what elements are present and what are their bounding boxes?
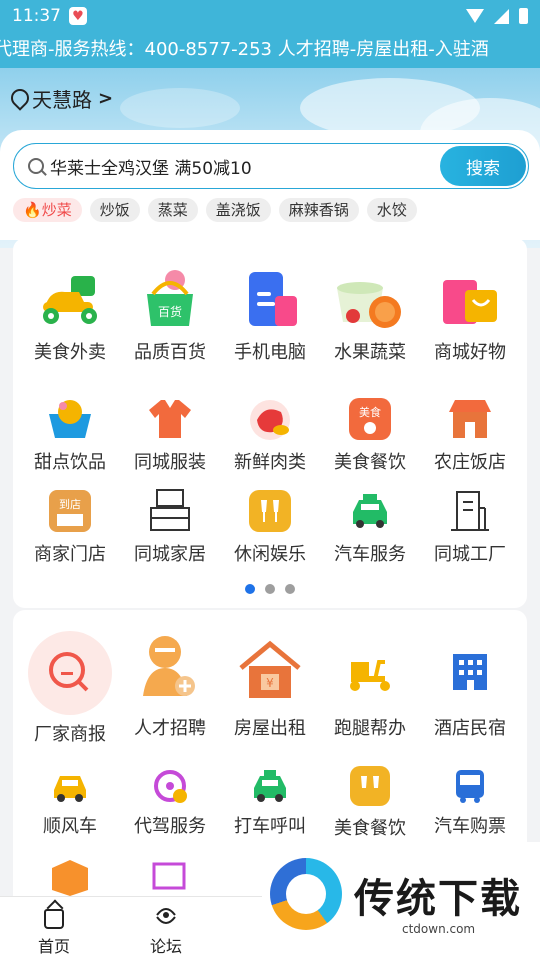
category-fresh-meat[interactable]: 新鲜肉类 <box>219 396 321 474</box>
category-bus-tickets[interactable]: 汽车购票 <box>419 766 521 838</box>
hot-tag[interactable]: 炒饭 <box>89 198 140 222</box>
phone-computer-icon <box>249 272 297 326</box>
hot-tag[interactable]: 蒸菜 <box>147 198 198 222</box>
category-sewing[interactable] <box>119 856 221 896</box>
category-local-factory[interactable]: 同城工厂 <box>419 488 521 566</box>
search-panel: 搜索 🔥炒菜 炒饭 蒸菜 盖浇饭 麻辣香锅 水饺 <box>0 130 540 240</box>
page-dot[interactable] <box>265 584 275 594</box>
recruit-icon <box>143 636 195 696</box>
category-leisure[interactable]: 休闲娱乐 <box>219 488 321 566</box>
category-carpool[interactable]: 顺风车 <box>19 766 121 838</box>
forum-icon <box>156 908 176 924</box>
svg-text:到店: 到店 <box>59 497 81 511</box>
hot-tag[interactable]: 水饺 <box>366 198 417 222</box>
furniture-icon <box>150 489 190 531</box>
svg-text:百货: 百货 <box>158 304 182 319</box>
category-package[interactable] <box>19 856 121 896</box>
page-dot[interactable] <box>285 584 295 594</box>
category-dining-2[interactable]: 美食餐饮 <box>319 766 421 840</box>
location-selector[interactable]: 天慧路 > <box>10 84 113 113</box>
dining-icon: 美食 <box>349 398 391 440</box>
category-farm-restaurant[interactable]: 农庄饭店 <box>419 396 521 474</box>
carpool-icon <box>54 776 86 802</box>
category-factory-reports[interactable]: 厂家商报 <box>19 630 121 746</box>
category-fruit-veg[interactable]: 水果蔬菜 <box>319 266 421 364</box>
cheers-icon <box>249 490 291 532</box>
meat-icon <box>250 400 290 440</box>
watermark-logo-icon <box>270 858 342 930</box>
category-dining[interactable]: 美食 美食餐饮 <box>319 396 421 474</box>
search-report-icon <box>28 631 112 715</box>
search-button[interactable]: 搜索 <box>440 146 526 186</box>
signal-icon <box>494 8 509 24</box>
notice-text: 代理商-服务热线：400-8577-253 人才招聘-房屋出租-入驻酒 <box>0 39 489 60</box>
category-designated-driver[interactable]: 代驾服务 <box>119 766 221 838</box>
hot-tags: 🔥炒菜 炒饭 蒸菜 盖浇饭 麻辣香锅 水饺 <box>13 198 417 222</box>
battery-icon <box>519 8 528 24</box>
nav-forum[interactable]: 论坛 <box>116 897 216 960</box>
taxi-icon <box>254 770 286 802</box>
category-house-rental[interactable]: ¥ 房屋出租 <box>219 638 321 740</box>
svg-text:美食: 美食 <box>359 405 381 419</box>
sewing-machine-icon <box>152 862 186 890</box>
chevron-right-icon: > <box>98 88 114 109</box>
search-icon <box>28 158 44 174</box>
page-indicator <box>13 584 527 594</box>
location-name: 天慧路 <box>32 88 92 112</box>
hotel-icon <box>453 654 487 690</box>
nav-home[interactable]: 首页 <box>4 897 104 960</box>
hot-tag[interactable]: 🔥炒菜 <box>13 198 82 222</box>
status-time: 11:37 <box>12 6 61 26</box>
watermark-logo: 传统下载 ctdown.com <box>262 842 540 960</box>
house-icon: ¥ <box>239 640 301 698</box>
watermark-url: ctdown.com <box>402 922 476 936</box>
category-hotel[interactable]: 酒店民宿 <box>419 648 521 740</box>
shopping-basket-icon: 百货 <box>147 270 193 326</box>
fruit-bowl-icon <box>337 282 401 328</box>
location-pin-icon <box>10 89 28 109</box>
shopping-bag-icon <box>443 280 497 324</box>
fire-icon: 🔥 <box>23 201 42 219</box>
category-food-delivery[interactable]: 美食外卖 <box>19 266 121 364</box>
car-icon <box>353 494 387 528</box>
search-input[interactable] <box>50 156 410 176</box>
wifi-icon <box>466 9 484 23</box>
category-merchant-store[interactable]: 到店 商家门店 <box>19 488 121 566</box>
hot-tag[interactable]: 盖浇饭 <box>205 198 271 222</box>
cheers-icon <box>350 766 390 806</box>
status-bar: 11:37 ♥ <box>0 0 540 32</box>
category-dessert-drinks[interactable]: 甜点饮品 <box>19 396 121 474</box>
category-recruitment[interactable]: 人才招聘 <box>119 634 221 740</box>
category-taxi[interactable]: 打车呼叫 <box>219 766 321 838</box>
category-home-furnishing[interactable]: 同城家居 <box>119 488 221 566</box>
category-grid-primary: 美食外卖 百货 品质百货 手机电脑 水果蔬菜 商城好物 甜点饮品 同城服装 新鲜… <box>13 238 527 608</box>
search-box: 搜索 <box>13 143 529 189</box>
box-icon <box>52 860 88 896</box>
category-clothing[interactable]: 同城服装 <box>119 396 221 474</box>
dessert-icon <box>49 400 91 438</box>
notification-app-icon: ♥ <box>69 7 87 25</box>
hot-tag[interactable]: 麻辣香锅 <box>278 198 359 222</box>
status-icons <box>466 8 528 24</box>
category-mall-goods[interactable]: 商城好物 <box>419 266 521 364</box>
factory-icon <box>451 491 489 531</box>
steering-wheel-icon <box>154 770 187 803</box>
category-quality-goods[interactable]: 百货 品质百货 <box>119 266 221 364</box>
shirt-icon <box>149 400 191 438</box>
farm-store-icon <box>449 400 491 438</box>
category-phone-computer[interactable]: 手机电脑 <box>219 266 321 364</box>
home-icon <box>44 909 64 929</box>
notice-bar[interactable]: 代理商-服务热线：400-8577-253 人才招聘-房屋出租-入驻酒 <box>0 32 540 68</box>
category-errands[interactable]: 跑腿帮办 <box>319 648 421 740</box>
watermark-title: 传统下载 <box>354 876 522 922</box>
page-dot-active[interactable] <box>245 584 255 594</box>
delivery-scooter-icon <box>350 660 390 691</box>
category-car-service[interactable]: 汽车服务 <box>319 488 421 566</box>
bus-icon <box>456 770 484 803</box>
svg-text:¥: ¥ <box>266 676 274 690</box>
store-icon: 到店 <box>49 490 91 532</box>
scooter-icon <box>43 276 97 324</box>
